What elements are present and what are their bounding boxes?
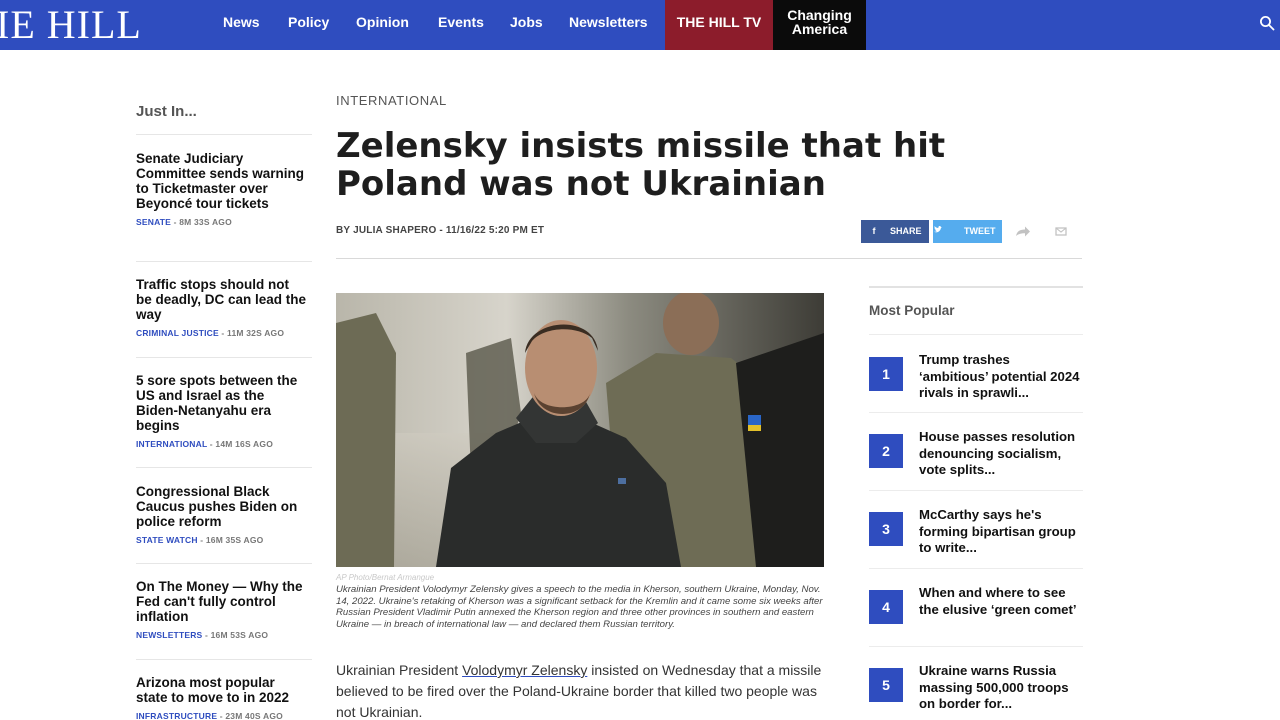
divider (869, 286, 1083, 288)
just-in-item-time: 8M 33S AGO (179, 217, 232, 227)
just-in-item-section[interactable]: INTERNATIONAL (136, 439, 207, 449)
just-in-item-title[interactable]: Senate Judiciary Committee sends warning… (136, 151, 308, 211)
nav-link-jobs[interactable]: Jobs (510, 0, 543, 44)
article-byline: BY JULIA SHAPERO - 11/16/22 5:20 PM ET (336, 225, 545, 236)
zelensky-link[interactable]: Volodymyr Zelensky (462, 662, 587, 678)
nav-link-events[interactable]: Events (438, 0, 484, 44)
body-text-start: Ukrainian President (336, 662, 463, 678)
divider (336, 258, 1082, 259)
most-popular-item[interactable]: 5 Ukraine warns Russia massing 500,000 t… (869, 663, 1083, 720)
most-popular-item-title[interactable]: McCarthy says he's forming bipartisan gr… (919, 507, 1081, 557)
just-in-item-title[interactable]: Congressional Black Caucus pushes Biden … (136, 484, 308, 529)
most-popular-item[interactable]: 3 McCarthy says he's forming bipartisan … (869, 507, 1083, 567)
just-in-item-meta: INFRASTRUCTURE - 23M 40S AGO (136, 711, 283, 720)
divider (869, 412, 1083, 413)
divider (869, 568, 1083, 569)
just-in-item-title[interactable]: 5 sore spots between the US and Israel a… (136, 373, 308, 433)
facebook-share-label: SHARE (890, 226, 922, 236)
just-in-item[interactable]: Congressional Black Caucus pushes Biden … (136, 484, 308, 545)
rank-badge: 5 (869, 668, 903, 702)
search-icon[interactable] (1259, 15, 1275, 31)
just-in-item-time: 11M 32S AGO (227, 328, 285, 338)
nav-changing-america-button[interactable]: Changing America (773, 0, 866, 50)
just-in-item[interactable]: 5 sore spots between the US and Israel a… (136, 373, 308, 449)
share-arrow-icon[interactable] (1011, 220, 1035, 243)
just-in-item[interactable]: Traffic stops should not be deadly, DC c… (136, 277, 308, 338)
just-in-heading: Just In... (136, 103, 197, 120)
article-section-label[interactable]: INTERNATIONAL (336, 93, 447, 108)
most-popular-item-title[interactable]: Trump trashes ‘ambitious’ potential 2024… (919, 352, 1081, 402)
just-in-item-title[interactable]: Traffic stops should not be deadly, DC c… (136, 277, 308, 322)
just-in-item-meta: SENATE - 8M 33S AGO (136, 217, 232, 227)
just-in-item-time: 23M 40S AGO (225, 711, 283, 720)
nav-hill-tv-button[interactable]: THE HILL TV (665, 0, 773, 50)
just-in-item-section[interactable]: INFRASTRUCTURE (136, 711, 217, 720)
facebook-icon: f (872, 226, 876, 236)
rank-badge: 3 (869, 512, 903, 546)
divider (136, 659, 312, 660)
just-in-item[interactable]: Arizona most popular state to move to in… (136, 675, 308, 720)
divider (136, 563, 312, 564)
just-in-item-section[interactable]: NEWSLETTERS (136, 630, 202, 640)
just-in-item-time: 16M 53S AGO (210, 630, 269, 640)
top-navigation-bar: IE HILL News Policy Opinion Events Jobs … (0, 0, 1280, 50)
most-popular-item[interactable]: 2 House passes resolution denouncing soc… (869, 429, 1083, 489)
most-popular-item-title[interactable]: House passes resolution denouncing socia… (919, 429, 1081, 479)
changing-america-line-2: America (791, 21, 848, 37)
just-in-item[interactable]: Senate Judiciary Committee sends warning… (136, 151, 308, 227)
most-popular-item[interactable]: 1 Trump trashes ‘ambitious’ potential 20… (869, 352, 1083, 412)
just-in-item-section[interactable]: STATE WATCH (136, 535, 198, 545)
article-body-paragraph: Ukrainian President Volodymyr Zelensky i… (336, 660, 826, 720)
nav-link-opinion[interactable]: Opinion (356, 0, 409, 44)
divider (869, 646, 1083, 647)
divider (136, 134, 312, 135)
just-in-item-title[interactable]: Arizona most popular state to move to in… (136, 675, 308, 705)
divider (136, 261, 312, 262)
just-in-item-meta: INTERNATIONAL - 14M 16S AGO (136, 439, 274, 449)
divider (136, 467, 312, 468)
nav-link-news[interactable]: News (223, 0, 260, 44)
just-in-item-section[interactable]: SENATE (136, 217, 171, 227)
article-headline: Zelensky insists missile that hit Poland… (336, 126, 946, 204)
rank-badge: 4 (869, 590, 903, 624)
just-in-item-meta: NEWSLETTERS - 16M 53S AGO (136, 630, 269, 640)
divider (869, 490, 1083, 491)
twitter-bird-icon (933, 226, 943, 233)
rank-badge: 2 (869, 434, 903, 468)
just-in-item-time: 14M 16S AGO (215, 439, 274, 449)
just-in-item-title[interactable]: On The Money — Why the Fed can't fully c… (136, 579, 308, 624)
divider (869, 334, 1083, 335)
just-in-item-section[interactable]: CRIMINAL JUSTICE (136, 328, 219, 338)
just-in-item[interactable]: On The Money — Why the Fed can't fully c… (136, 579, 308, 640)
most-popular-item-title[interactable]: When and where to see the elusive ‘green… (919, 585, 1081, 618)
photo-caption: Ukrainian President Volodymyr Zelensky g… (336, 584, 823, 630)
just-in-item-meta: STATE WATCH - 16M 35S AGO (136, 535, 264, 545)
most-popular-item[interactable]: 4 When and where to see the elusive ‘gre… (869, 585, 1083, 645)
site-logo[interactable]: IE HILL (0, 2, 142, 48)
most-popular-item-title[interactable]: Ukraine warns Russia massing 500,000 tro… (919, 663, 1081, 713)
nav-link-newsletters[interactable]: Newsletters (569, 0, 648, 44)
nav-link-policy[interactable]: Policy (288, 0, 329, 44)
most-popular-heading: Most Popular (869, 303, 955, 318)
rank-badge: 1 (869, 357, 903, 391)
facebook-share-button[interactable]: f SHARE (861, 220, 929, 243)
email-icon[interactable] (1049, 220, 1073, 243)
divider (136, 357, 312, 358)
twitter-share-label: TWEET (964, 226, 996, 236)
just-in-item-meta: CRIMINAL JUSTICE - 11M 32S AGO (136, 328, 285, 338)
article-photo[interactable] (336, 293, 824, 567)
twitter-share-button[interactable]: TWEET (933, 220, 1002, 243)
photo-credit: AP Photo/Bernat Armangue (336, 573, 435, 582)
changing-america-line-1: Changing (787, 7, 852, 23)
just-in-item-time: 16M 35S AGO (205, 535, 264, 545)
